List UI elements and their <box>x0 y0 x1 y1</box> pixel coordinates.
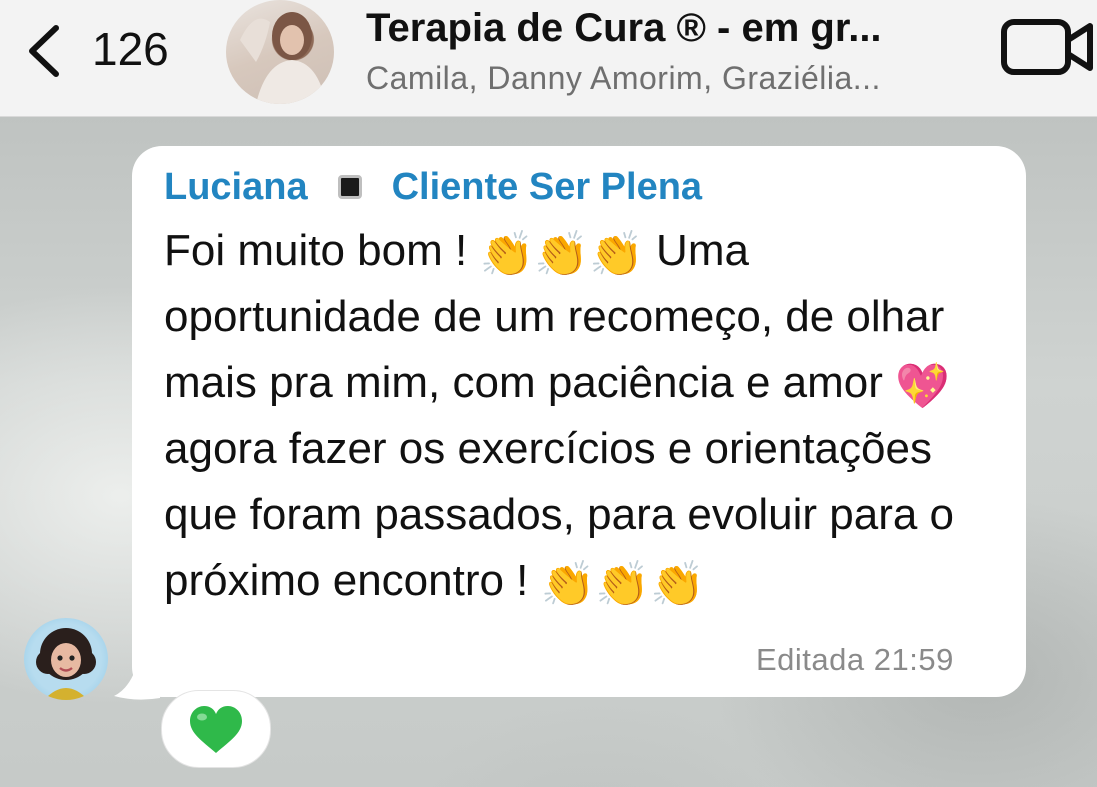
unread-count[interactable]: 126 <box>92 22 169 76</box>
sender-avatar[interactable] <box>24 618 108 700</box>
clapping-hands-icon: 👏 <box>589 230 644 279</box>
green-heart-icon <box>190 706 242 753</box>
group-members[interactable]: Camila, Danny Amorim, Graziélia... <box>366 60 956 97</box>
chat-header: 126 Terapia de Cura ® - em gr... Camila,… <box>0 0 1097 117</box>
clapping-hands-icon: 👏 <box>479 230 535 279</box>
clapping-hands-icon: 👏 <box>650 560 706 609</box>
group-title[interactable]: Terapia de Cura ® - em gr... <box>366 6 956 51</box>
message-meta: Editada 21:59 <box>756 642 954 678</box>
video-camera-icon[interactable] <box>998 14 1097 80</box>
message-time: 21:59 <box>873 642 954 677</box>
message-text-part: Foi muito bom ! <box>164 226 480 275</box>
sender-tag: Cliente Ser Plena <box>391 165 703 208</box>
message-text: Foi muito bom ! 👏👏👏 Uma oportunidade de … <box>164 218 1016 614</box>
sparkling-heart-icon: 💖 <box>895 362 950 411</box>
clapping-hands-icon: 👏 <box>540 560 596 609</box>
clapping-hands-icon: 👏 <box>595 560 651 609</box>
sender-name[interactable]: Luciana <box>164 166 308 209</box>
sender-header: Luciana Cliente Ser Plena <box>164 162 702 212</box>
black-square-icon <box>337 175 362 199</box>
group-avatar[interactable] <box>226 0 334 104</box>
edited-label: Editada <box>756 642 865 677</box>
reaction-pill[interactable]: 💚 <box>161 690 271 768</box>
chevron-left-icon[interactable] <box>22 24 66 78</box>
clapping-hands-icon: 👏 <box>534 230 590 279</box>
